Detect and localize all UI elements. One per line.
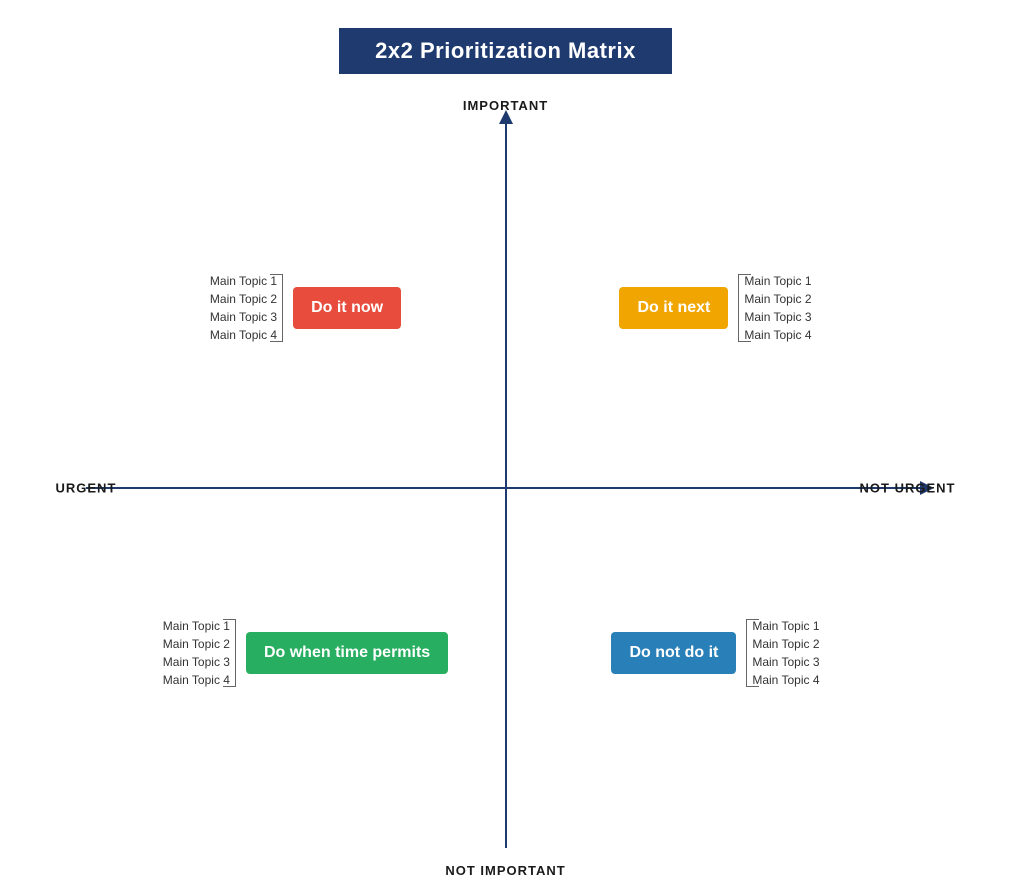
quadrant-bottom-left: Main Topic 1 Main Topic 2 Main Topic 3 M… (106, 488, 506, 818)
topic-item: Main Topic 1 (163, 619, 230, 633)
topic-item: Main Topic 4 (752, 673, 819, 687)
label-important: IMPORTANT (463, 98, 548, 113)
topic-item: Main Topic 3 (744, 310, 811, 324)
action-badge-do-it-now: Do it now (293, 287, 401, 329)
topic-item: Main Topic 4 (744, 328, 811, 342)
topic-item: Main Topic 4 (163, 673, 230, 687)
topic-item: Main Topic 1 (210, 274, 277, 288)
label-not-important: NOT IMPORTANT (445, 863, 565, 878)
topic-item: Main Topic 1 (752, 619, 819, 633)
quadrant-top-left: Main Topic 1 Main Topic 2 Main Topic 3 M… (106, 128, 506, 488)
topic-item: Main Topic 1 (744, 274, 811, 288)
matrix-container: IMPORTANT NOT IMPORTANT URGENT NOT URGEN… (56, 98, 956, 878)
action-badge-do-when-time-permits: Do when time permits (246, 632, 448, 674)
quadrant-top-right: Do it next Main Topic 1 Main Topic 2 Mai… (506, 128, 926, 488)
topic-list-top-right: Main Topic 1 Main Topic 2 Main Topic 3 M… (738, 274, 811, 342)
topic-item: Main Topic 2 (752, 637, 819, 651)
topic-item: Main Topic 2 (210, 292, 277, 306)
topic-item: Main Topic 2 (744, 292, 811, 306)
topic-item: Main Topic 2 (163, 637, 230, 651)
action-badge-do-not-do-it: Do not do it (611, 632, 736, 674)
topic-list-top-left: Main Topic 1 Main Topic 2 Main Topic 3 M… (210, 274, 283, 342)
topic-list-bottom-right: Main Topic 1 Main Topic 2 Main Topic 3 M… (746, 619, 819, 687)
topic-item: Main Topic 3 (163, 655, 230, 669)
topic-item: Main Topic 3 (210, 310, 277, 324)
topic-list-bottom-left: Main Topic 1 Main Topic 2 Main Topic 3 M… (163, 619, 236, 687)
page-title: 2x2 Prioritization Matrix (339, 28, 672, 74)
topic-item: Main Topic 3 (752, 655, 819, 669)
quadrant-bottom-right: Do not do it Main Topic 1 Main Topic 2 M… (506, 488, 926, 818)
action-badge-do-it-next: Do it next (619, 287, 728, 329)
topic-item: Main Topic 4 (210, 328, 277, 342)
